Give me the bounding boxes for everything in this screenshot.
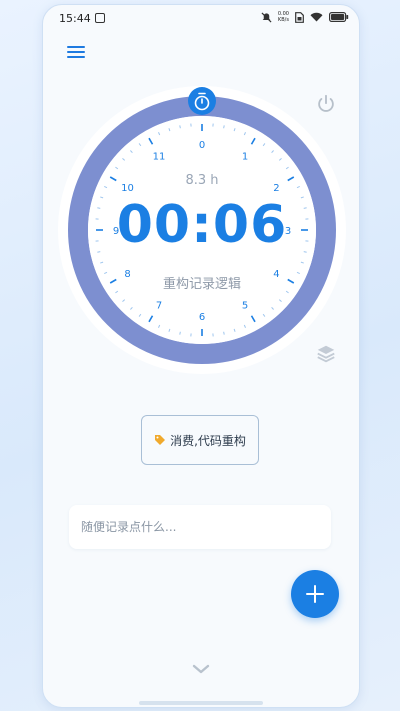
hour-label: 9	[113, 226, 119, 237]
home-indicator	[139, 701, 263, 705]
tag-icon	[155, 435, 166, 445]
status-icons: 0.00 KB/s	[261, 11, 349, 23]
status-time: 15:44	[59, 12, 91, 25]
minor-tick	[97, 251, 101, 253]
minor-tick	[179, 331, 181, 335]
network-speed-unit: KB/s	[277, 17, 289, 23]
app-screen: 15:44 0.00 KB/s 0 1 2 3 4 5 6 7 8 9 10 1…	[42, 4, 360, 708]
hour-label: 1	[242, 152, 248, 163]
minor-tick	[179, 125, 181, 129]
notification-app-icon	[95, 13, 105, 23]
minor-tick	[97, 207, 101, 209]
menu-line	[67, 51, 85, 53]
note-input[interactable]	[69, 505, 331, 549]
minor-tick	[303, 251, 307, 253]
network-speed: 0.00 KB/s	[278, 11, 289, 23]
hour-label: 6	[199, 312, 205, 323]
hour-label: 2	[273, 183, 279, 194]
add-record-button[interactable]	[291, 570, 339, 618]
status-bar: 15:44 0.00 KB/s	[43, 5, 359, 33]
chevron-down-icon[interactable]	[189, 661, 213, 677]
menu-line	[67, 46, 85, 48]
hour-label: 8	[124, 269, 130, 280]
battery-icon	[329, 12, 349, 22]
menu-line	[67, 56, 85, 58]
sim-card-icon	[295, 11, 304, 23]
minor-tick	[223, 125, 225, 129]
hour-label: 7	[156, 300, 162, 311]
minor-tick	[303, 207, 307, 209]
minor-tick	[223, 331, 225, 335]
hour-label: 5	[242, 300, 248, 311]
tag-label: 消费,代码重构	[170, 433, 246, 448]
stopwatch-icon[interactable]	[188, 87, 216, 115]
hamburger-menu-icon[interactable]	[65, 43, 87, 63]
tag-button[interactable]: 消费,代码重构	[141, 415, 259, 465]
layers-icon[interactable]	[315, 343, 337, 365]
mute-bell-icon	[261, 11, 272, 23]
hour-label: 4	[273, 269, 279, 280]
wifi-icon	[310, 12, 323, 22]
hour-label: 10	[121, 183, 134, 194]
clock-face: 0 1 2 3 4 5 6 7 8 9 10 11	[58, 86, 346, 374]
hour-label: 3	[285, 226, 291, 237]
clock-dial: 0 1 2 3 4 5 6 7 8 9 10 11 8.3 h 00:06 重构记录逻辑	[57, 85, 347, 375]
hour-label: 0	[199, 140, 205, 151]
hour-label: 11	[153, 152, 166, 163]
